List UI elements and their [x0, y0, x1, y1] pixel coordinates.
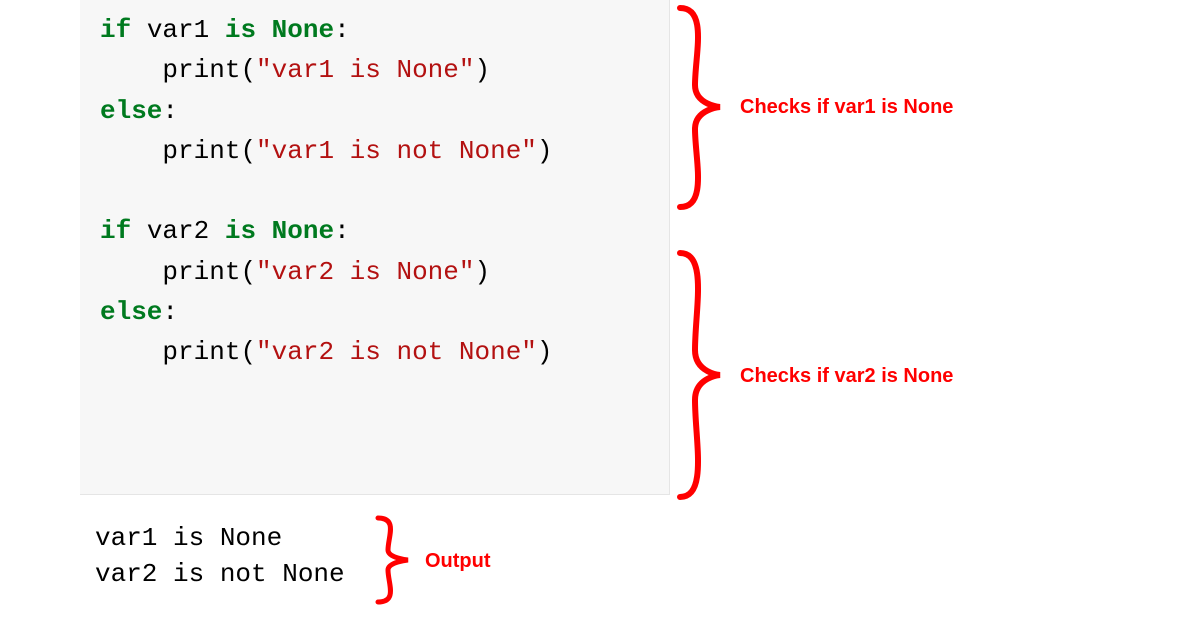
punct-open-paren: (	[240, 257, 256, 287]
indent	[100, 337, 162, 367]
punct-close-paren: )	[537, 136, 553, 166]
func-print: print	[162, 136, 240, 166]
output-line: var2 is not None	[95, 559, 345, 589]
keyword-is: is	[225, 216, 256, 246]
brace-icon	[370, 515, 415, 605]
annotation-block2: Checks if var2 is None	[740, 365, 953, 388]
output-block: var1 is None var2 is not None	[95, 520, 345, 593]
output-line: var1 is None	[95, 523, 282, 553]
annotation-block1: Checks if var1 is None	[740, 96, 953, 119]
keyword-if: if	[100, 216, 131, 246]
indent	[100, 257, 162, 287]
code-block: if var1 is None: print("var1 is None") e…	[100, 10, 649, 373]
code-text: var1	[131, 15, 225, 45]
keyword-else: else	[100, 297, 162, 327]
keyword-none: None	[256, 15, 334, 45]
keyword-else: else	[100, 96, 162, 126]
punct-open-paren: (	[240, 136, 256, 166]
func-print: print	[162, 55, 240, 85]
punct-close-paren: )	[474, 257, 490, 287]
brace-icon	[670, 5, 730, 210]
indent	[100, 55, 162, 85]
indent	[100, 136, 162, 166]
string-literal: "var1 is None"	[256, 55, 474, 85]
keyword-if: if	[100, 15, 131, 45]
figure: if var1 is None: print("var1 is None") e…	[0, 0, 1200, 630]
brace-icon	[670, 250, 730, 500]
punct-open-paren: (	[240, 337, 256, 367]
keyword-is: is	[225, 15, 256, 45]
annotation-output: Output	[425, 550, 491, 573]
string-literal: "var1 is not None"	[256, 136, 537, 166]
punct-colon: :	[162, 297, 178, 327]
code-text: var2	[131, 216, 225, 246]
punct-close-paren: )	[474, 55, 490, 85]
punct-colon: :	[334, 15, 350, 45]
func-print: print	[162, 337, 240, 367]
code-box: if var1 is None: print("var1 is None") e…	[80, 0, 670, 495]
punct-colon: :	[334, 216, 350, 246]
punct-colon: :	[162, 96, 178, 126]
func-print: print	[162, 257, 240, 287]
punct-close-paren: )	[537, 337, 553, 367]
keyword-none: None	[256, 216, 334, 246]
punct-open-paren: (	[240, 55, 256, 85]
string-literal: "var2 is None"	[256, 257, 474, 287]
string-literal: "var2 is not None"	[256, 337, 537, 367]
